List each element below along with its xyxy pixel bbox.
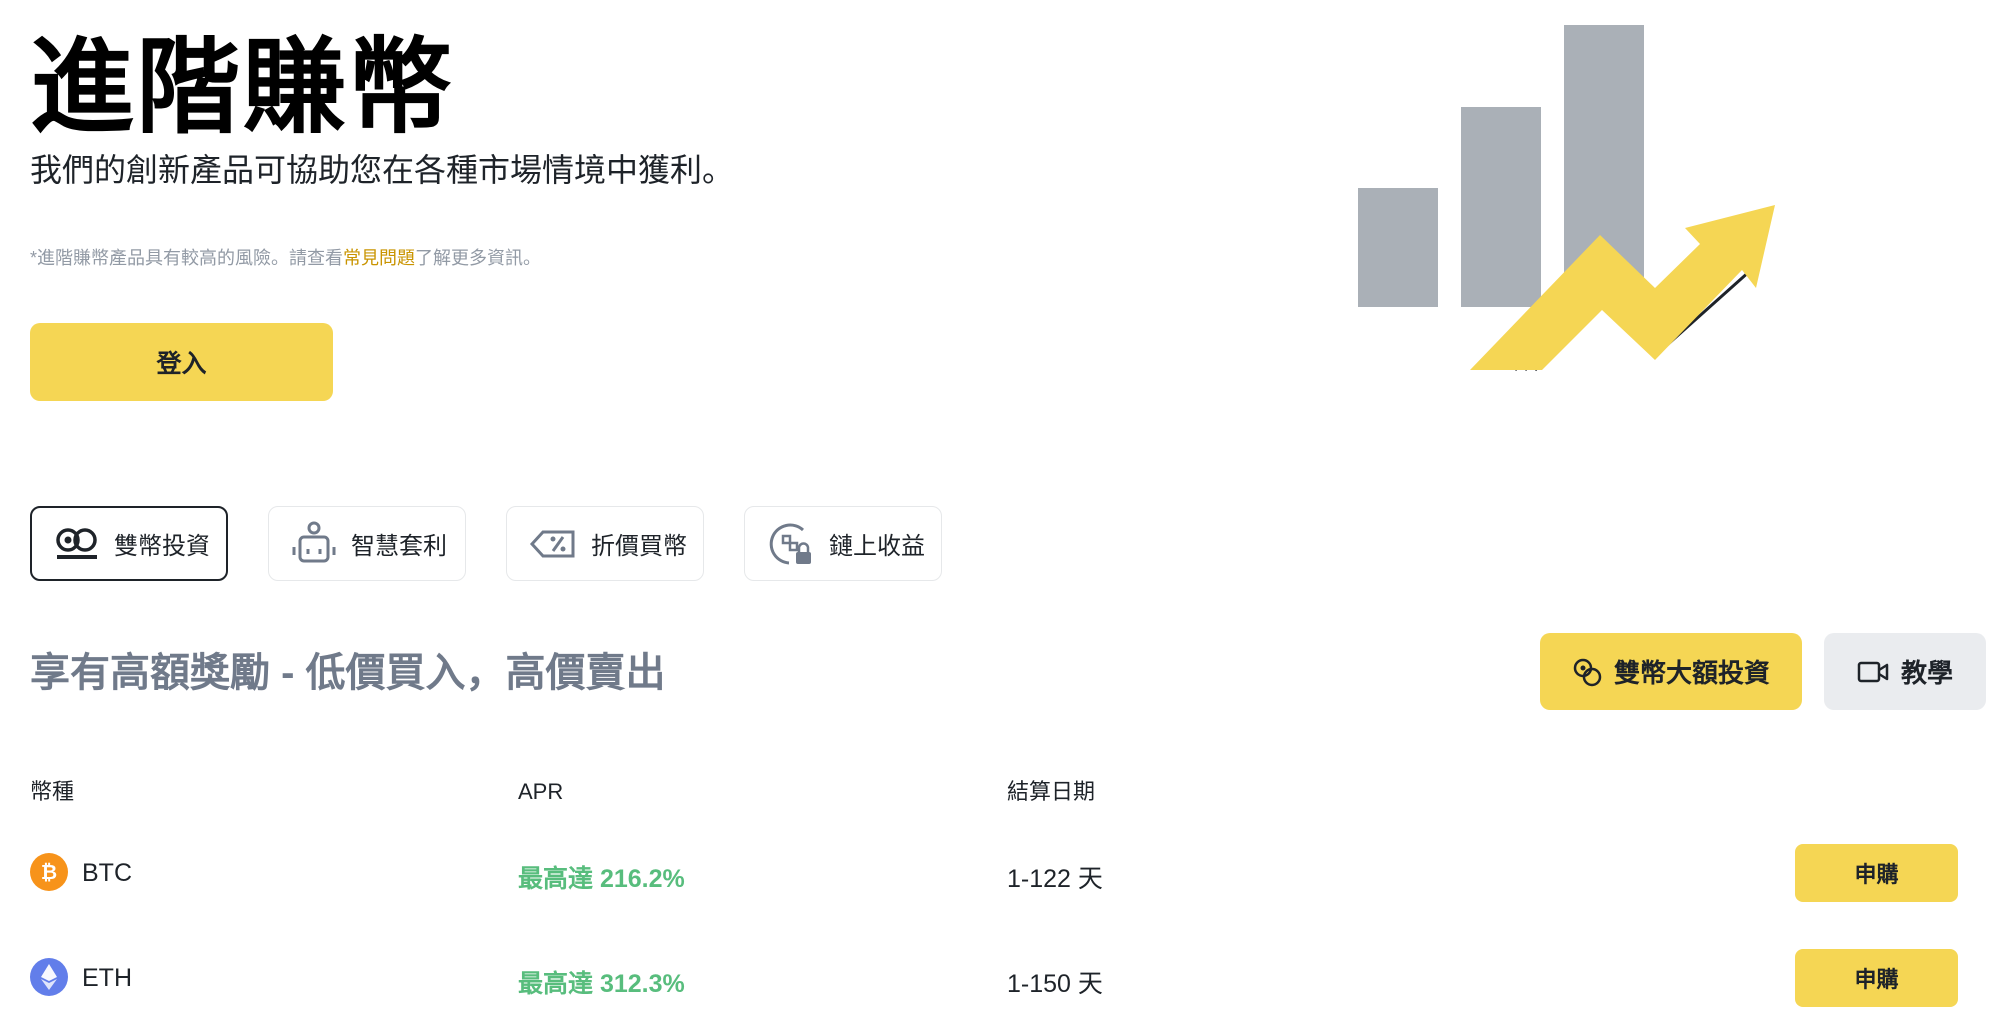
column-header-apr: APR (518, 779, 564, 804)
growth-chart-illustration (1358, 25, 1775, 372)
risk-note-suffix: 了解更多資訊。 (415, 248, 542, 268)
btc-icon: ₿ (30, 853, 68, 891)
button-label: 雙幣大額投資 (1613, 658, 1770, 688)
dual-coin-icon (56, 527, 97, 559)
tab-label: 折價買幣 (591, 533, 687, 560)
risk-note-prefix: *進階賺幣產品具有較高的風險。請查看 (30, 248, 344, 268)
apr-value: 最高達 312.3% (518, 970, 685, 998)
tab-discount-buy[interactable]: 折價買幣 (506, 506, 704, 581)
page-subtitle: 我們的創新產品可協助您在各種市場情境中獲利。 (30, 152, 735, 188)
coin-name: BTC (82, 859, 132, 887)
settlement-term: 1-150 天 (1007, 970, 1103, 998)
illustration-bar-1 (1358, 188, 1438, 307)
video-camera-icon (1857, 661, 1889, 682)
eth-icon (30, 958, 68, 996)
robot-icon (292, 521, 336, 562)
page-title: 進階賺幣 (30, 30, 455, 146)
tab-label: 智慧套利 (351, 533, 447, 560)
column-header-settlement: 結算日期 (1007, 779, 1096, 804)
section-title: 享有高額獎勵 - 低價買入，高價賣出 (30, 651, 666, 695)
svg-text:₿: ₿ (41, 860, 57, 884)
tab-dual-investment[interactable]: 雙幣投資 (30, 506, 228, 581)
dual-vip-investment-button[interactable]: 雙幣大額投資 (1540, 633, 1802, 710)
table-row: ETH 最高達 312.3% 1-150 天 申購 (0, 949, 2000, 1007)
tab-label: 雙幣投資 (114, 533, 210, 560)
tutorial-button[interactable]: 教學 (1824, 633, 1986, 710)
tab-label: 鏈上收益 (829, 533, 925, 560)
subscribe-button[interactable]: 申購 (1795, 949, 1958, 1007)
table-row: ₿ BTC 最高達 216.2% 1-122 天 申購 (0, 844, 2000, 902)
apr-value: 最高達 216.2% (518, 865, 685, 893)
tab-onchain-yield[interactable]: 鏈上收益 (744, 506, 942, 581)
login-button[interactable]: 登入 (30, 323, 333, 401)
button-label: 教學 (1900, 658, 1953, 688)
subscribe-button[interactable]: 申購 (1795, 844, 1958, 902)
discount-tag-icon (529, 530, 575, 557)
column-header-coin: 幣種 (30, 779, 75, 804)
coin-name: ETH (82, 964, 132, 992)
coins-icon (1573, 658, 1602, 686)
faq-link[interactable]: 常見問題 (343, 248, 415, 268)
tab-smart-arbitrage[interactable]: 智慧套利 (268, 506, 466, 581)
risk-note: *進階賺幣產品具有較高的風險。請查看常見問題了解更多資訊。 (30, 246, 541, 270)
illustration-bar-2 (1461, 107, 1541, 307)
product-tabs: 雙幣投資 智慧套利 折價買幣 鏈上收益 (30, 506, 942, 581)
onchain-lock-icon (769, 523, 811, 564)
settlement-term: 1-122 天 (1007, 865, 1103, 893)
